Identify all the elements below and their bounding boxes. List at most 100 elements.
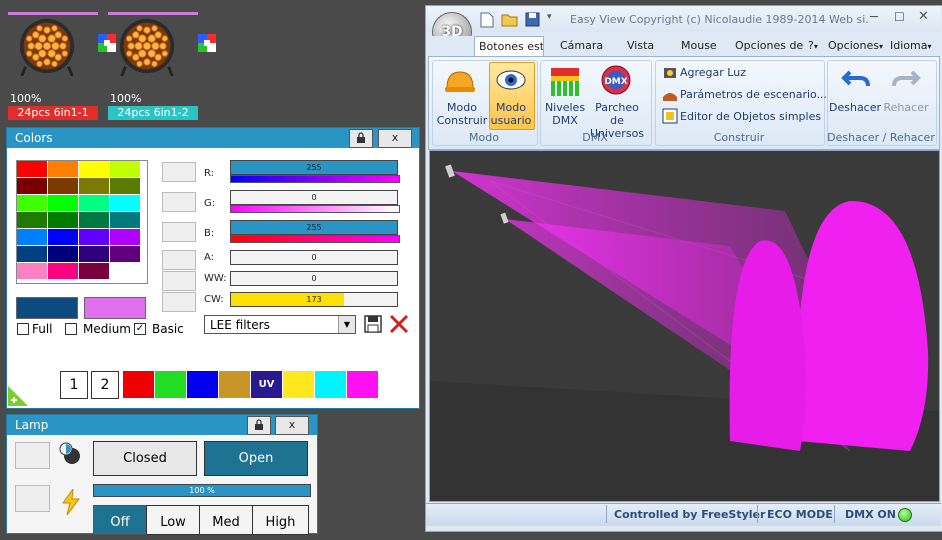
lamp-mode-med[interactable]: Med [199, 505, 253, 535]
lamp-mode-low[interactable]: Low [146, 505, 200, 535]
palette-swatch[interactable] [110, 161, 140, 177]
editor-objetos-button[interactable]: Editor de Objetos simples [680, 110, 821, 123]
quick-color-magenta[interactable] [347, 371, 378, 398]
palette-swatch[interactable] [48, 246, 78, 262]
quick-access-chevron-icon[interactable]: ▾ [547, 12, 552, 22]
palette-swatch[interactable] [110, 212, 140, 228]
tab-idioma[interactable]: Idioma▾ [890, 36, 931, 56]
preset-button-2[interactable]: 2 [91, 371, 119, 399]
shutter-button[interactable] [15, 442, 50, 469]
palette-swatch[interactable] [110, 263, 140, 279]
channel-button-b[interactable] [162, 222, 196, 242]
tab-botones[interactable]: Botones esta [474, 36, 544, 56]
preset-button-1[interactable]: 1 [60, 371, 88, 399]
lock-icon[interactable] [349, 129, 373, 148]
fixture-name[interactable]: 24pcs 6in1-1 [8, 106, 98, 120]
quick-color-uv[interactable]: UV [251, 371, 282, 398]
full-checkbox[interactable] [17, 323, 29, 335]
save-icon[interactable] [364, 315, 382, 333]
channel-button-cw[interactable] [162, 292, 196, 312]
quick-color-cyan[interactable] [315, 371, 346, 398]
palette-swatch[interactable] [48, 212, 78, 228]
cold-white-slider[interactable]: 173 [230, 292, 398, 307]
warm-white-slider[interactable]: 0 [230, 271, 398, 286]
palette-swatch[interactable] [17, 246, 47, 262]
palette-swatch[interactable] [48, 195, 78, 211]
tab-opciones-de[interactable]: Opciones de [735, 36, 803, 56]
par-light-icon[interactable] [116, 18, 178, 76]
palette-swatch[interactable] [17, 229, 47, 245]
maximize-button[interactable]: ☐ [894, 10, 905, 24]
green-slider[interactable]: 0 [230, 190, 398, 205]
palette-swatch[interactable] [79, 246, 109, 262]
chevron-down-icon[interactable]: ▼ [338, 316, 355, 333]
fixture-name[interactable]: 24pcs 6in1-2 [108, 106, 198, 120]
quick-color-amber[interactable] [219, 371, 250, 398]
palette-swatch[interactable] [79, 263, 109, 279]
palette-swatch[interactable] [79, 195, 109, 211]
palette-swatch[interactable] [79, 212, 109, 228]
palette-swatch[interactable] [48, 161, 78, 177]
palette-swatch[interactable] [48, 178, 78, 194]
palette-swatch[interactable] [17, 263, 47, 279]
medium-checkbox[interactable] [65, 323, 77, 335]
delete-icon[interactable] [389, 314, 409, 334]
tab-help[interactable]: ?▾ [808, 36, 818, 56]
quick-color-blue[interactable] [187, 371, 218, 398]
amber-slider[interactable]: 0 [230, 250, 398, 265]
palette-swatch[interactable] [17, 161, 47, 177]
palette-swatch[interactable] [79, 161, 109, 177]
modo-usuario-button[interactable]: Modo usuario [489, 101, 533, 127]
palette-swatch[interactable] [17, 212, 47, 228]
open-folder-icon[interactable] [501, 12, 519, 28]
dimmer-button[interactable] [15, 485, 50, 512]
palette-swatch[interactable] [110, 229, 140, 245]
lock-icon[interactable] [247, 416, 271, 435]
agregar-luz-button[interactable]: Agregar Luz [680, 66, 746, 79]
parametros-escenario-button[interactable]: Parámetros de escenario... [680, 88, 827, 101]
palette-swatch[interactable] [110, 195, 140, 211]
channel-button-r[interactable] [162, 162, 196, 182]
shutter-closed-button[interactable]: Closed [93, 441, 197, 476]
minimize-button[interactable]: ─ [870, 10, 878, 25]
tab-opciones[interactable]: Opciones▾ [828, 36, 883, 56]
quick-color-yellow[interactable] [283, 371, 314, 398]
lamp-mode-high[interactable]: High [252, 505, 309, 535]
palette-swatch[interactable] [110, 178, 140, 194]
close-button[interactable]: x [378, 129, 412, 148]
red-slider[interactable]: 255 [230, 160, 398, 175]
par-light-icon[interactable] [16, 18, 78, 76]
tab-mouse[interactable]: Mouse [681, 36, 717, 56]
3d-viewport[interactable] [429, 150, 940, 502]
palette-swatch[interactable] [48, 263, 78, 279]
shutter-open-button[interactable]: Open [204, 441, 308, 476]
channel-button-a[interactable] [162, 250, 196, 270]
palette-swatch[interactable] [17, 178, 47, 194]
palette-swatch[interactable] [79, 178, 109, 194]
palette-swatch[interactable] [48, 229, 78, 245]
channel-button-g[interactable] [162, 192, 196, 212]
modo-construir-button[interactable]: Modo Construir [436, 101, 488, 127]
tab-camara[interactable]: Cámara [560, 36, 603, 56]
dimmer-slider[interactable]: 100 % [93, 484, 311, 497]
deshacer-button[interactable]: Deshacer [829, 101, 881, 114]
new-file-icon[interactable] [480, 12, 494, 28]
channel-button-ww[interactable] [162, 271, 196, 291]
blue-slider[interactable]: 255 [230, 220, 398, 235]
palette-swatch[interactable] [110, 246, 140, 262]
quick-color-red[interactable] [123, 371, 154, 398]
palette-swatch[interactable] [79, 229, 109, 245]
basic-checkbox[interactable]: ✓ [134, 323, 146, 335]
lamp-mode-off[interactable]: Off [93, 505, 147, 535]
tab-vista[interactable]: Vista [627, 36, 654, 56]
save-icon[interactable] [525, 12, 540, 27]
color-palette-grid[interactable] [16, 160, 148, 284]
add-corner-icon[interactable] [8, 386, 28, 406]
close-window-button[interactable]: ✕ [918, 9, 929, 24]
palette-swatch[interactable] [17, 195, 47, 211]
close-button[interactable]: x [275, 416, 309, 435]
filter-select[interactable]: LEE filters ▼ [204, 315, 356, 334]
rehacer-button[interactable]: Rehacer [881, 101, 931, 114]
quick-color-green[interactable] [155, 371, 186, 398]
niveles-dmx-button[interactable]: Niveles DMX [544, 101, 586, 127]
